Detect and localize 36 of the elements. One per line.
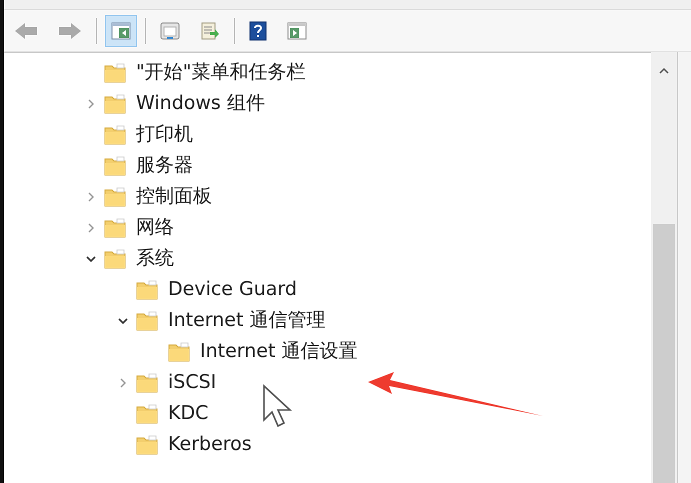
tree-item[interactable]: iSCSI [168,373,216,392]
folder-icon [136,310,158,330]
folder-icon [104,186,126,206]
tree-item[interactable]: Kerberos [168,435,252,454]
document-export-icon [200,22,220,40]
tree-item[interactable]: 打印机 [136,125,193,144]
folder-icon [136,434,158,454]
scroll-up-icon[interactable] [658,66,670,76]
forward-arrow-icon [58,22,82,40]
tree-item[interactable]: Internet 通信管理 [168,311,326,330]
window-pane-icon [111,22,131,40]
window-icon [160,22,180,40]
folder-icon [104,218,126,238]
folder-icon [104,62,126,82]
tree-item[interactable]: 控制面板 [136,187,212,206]
scrollbar-thumb[interactable] [653,224,675,483]
folder-icon [104,124,126,144]
tree-item[interactable]: KDC [168,404,208,423]
tree-item[interactable]: 网络 [136,218,174,237]
folder-icon [136,404,158,424]
folder-icon [136,372,158,392]
tree-item[interactable]: Windows 组件 [136,94,265,113]
scrollbar[interactable] [651,52,677,483]
help-icon [249,20,267,40]
folder-icon [168,342,190,362]
folder-icon [104,156,126,176]
tree-item[interactable]: 系统 [136,249,174,268]
folder-icon [104,94,126,114]
folder-icon [136,280,158,300]
window-pane-icon [287,22,307,40]
tree-item[interactable]: Device Guard [168,280,297,299]
folder-icon [104,248,126,268]
tree-item[interactable]: "开始"菜单和任务栏 [136,63,306,82]
back-arrow-icon [14,22,38,40]
tree-item[interactable]: Internet 通信设置 [200,342,358,361]
tree-item[interactable]: 服务器 [136,156,193,175]
